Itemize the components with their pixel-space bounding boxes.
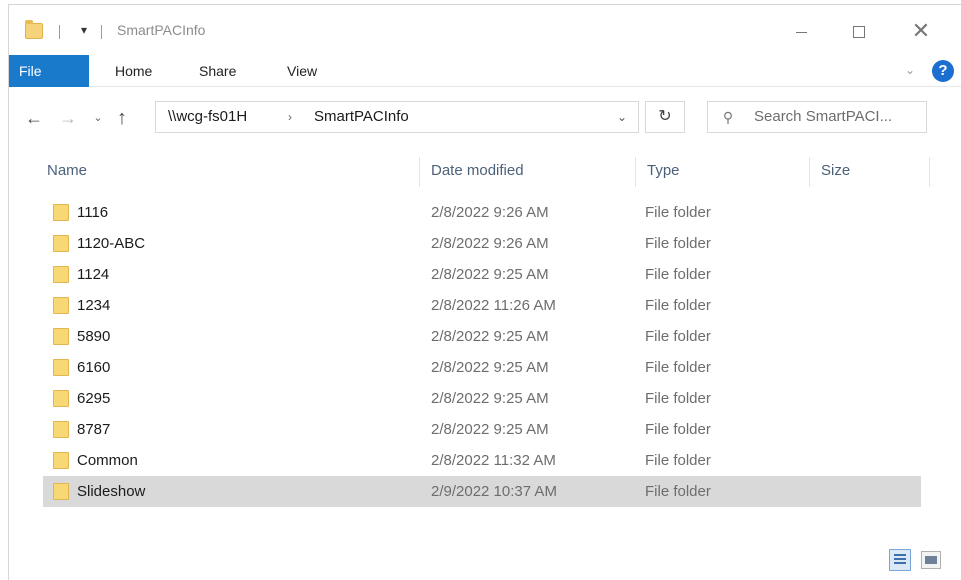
folder-icon <box>53 359 69 376</box>
list-item[interactable]: 5890 2/8/2022 9:25 AM File folder <box>43 321 921 352</box>
address-bar[interactable]: \\wcg-fs01H › SmartPACInfo ⌄ <box>155 101 639 133</box>
recent-locations-chevron-icon[interactable]: ⌄ <box>91 107 105 129</box>
file-type: File folder <box>645 328 711 345</box>
tab-share[interactable]: Share <box>199 55 236 87</box>
list-item[interactable]: 6295 2/8/2022 9:25 AM File folder <box>43 383 921 414</box>
file-explorer-window: ▾ SmartPACInfo ✕ File Home Share View ⌄ … <box>8 4 961 580</box>
column-divider[interactable] <box>809 157 810 187</box>
column-header-date-modified[interactable]: Date modified <box>431 155 524 187</box>
list-item[interactable]: 8787 2/8/2022 9:25 AM File folder <box>43 414 921 445</box>
tab-view[interactable]: View <box>287 55 317 87</box>
up-arrow-icon[interactable]: ↑ <box>111 107 133 129</box>
separator <box>101 25 102 39</box>
forward-arrow-icon[interactable]: → <box>57 107 79 129</box>
file-name: 1116 <box>77 204 109 221</box>
folder-icon <box>53 297 69 314</box>
column-divider[interactable] <box>929 157 930 187</box>
file-type: File folder <box>645 483 711 500</box>
list-item[interactable]: 1120-ABC 2/8/2022 9:26 AM File folder <box>43 228 921 259</box>
file-name: 1124 <box>77 266 110 283</box>
file-type: File folder <box>645 452 711 469</box>
folder-icon <box>53 204 69 221</box>
file-date: 2/9/2022 10:37 AM <box>431 483 557 500</box>
separator <box>59 25 60 39</box>
breadcrumb-folder[interactable]: SmartPACInfo <box>314 102 409 132</box>
file-name: 1120-ABC <box>77 235 146 252</box>
list-item[interactable]: 1124 2/8/2022 9:25 AM File folder <box>43 259 921 290</box>
file-name: 8787 <box>77 421 111 438</box>
breadcrumb-separator-icon[interactable]: › <box>288 102 292 132</box>
folder-icon <box>53 235 69 252</box>
breadcrumb-server[interactable]: \\wcg-fs01H <box>168 102 247 132</box>
file-date: 2/8/2022 9:25 AM <box>431 359 549 376</box>
back-arrow-icon[interactable]: ← <box>23 107 45 129</box>
list-item[interactable]: 1234 2/8/2022 11:26 AM File folder <box>43 290 921 321</box>
file-date: 2/8/2022 9:25 AM <box>431 328 549 345</box>
list-item[interactable]: 1116 2/8/2022 9:26 AM File folder <box>43 197 921 228</box>
search-input[interactable]: Search SmartPACI... <box>754 102 892 132</box>
minimize-icon <box>795 31 807 33</box>
file-date: 2/8/2022 9:25 AM <box>431 390 549 407</box>
column-header-name[interactable]: Name <box>47 155 87 187</box>
column-header-size[interactable]: Size <box>821 155 850 187</box>
list-item[interactable]: Common 2/8/2022 11:32 AM File folder <box>43 445 921 476</box>
list-item[interactable]: 6160 2/8/2022 9:25 AM File folder <box>43 352 921 383</box>
file-date: 2/8/2022 9:26 AM <box>431 235 549 252</box>
file-date: 2/8/2022 9:26 AM <box>431 204 549 221</box>
refresh-icon: ↻ <box>658 108 672 125</box>
column-divider[interactable] <box>419 157 420 187</box>
file-name: 1234 <box>77 297 111 314</box>
file-type: File folder <box>645 390 711 407</box>
tab-home[interactable]: Home <box>115 55 152 87</box>
list-item-selected[interactable]: Slideshow 2/9/2022 10:37 AM File folder <box>43 476 921 507</box>
minimize-button[interactable] <box>779 17 823 45</box>
file-type: File folder <box>645 266 711 283</box>
file-name: 6295 <box>77 390 111 407</box>
file-name: Slideshow <box>77 483 146 500</box>
search-icon: ⚲ <box>722 109 734 125</box>
details-view-icon[interactable] <box>889 549 911 571</box>
title-bar: ▾ SmartPACInfo ✕ <box>9 5 961 55</box>
file-type: File folder <box>645 421 711 438</box>
search-box[interactable]: ⚲ Search SmartPACI... <box>707 101 927 133</box>
refresh-button[interactable]: ↻ <box>645 101 685 133</box>
folder-icon <box>25 20 43 39</box>
column-header-type[interactable]: Type <box>647 155 680 187</box>
file-type: File folder <box>645 204 711 221</box>
folder-icon <box>53 452 69 469</box>
folder-icon <box>53 266 69 283</box>
close-icon: ✕ <box>911 18 931 43</box>
folder-icon <box>53 390 69 407</box>
file-type: File folder <box>645 297 711 314</box>
address-dropdown-icon[interactable]: ⌄ <box>612 102 632 132</box>
folder-icon <box>53 421 69 438</box>
column-divider[interactable] <box>635 157 636 187</box>
tab-file[interactable]: File <box>9 55 89 87</box>
file-type: File folder <box>645 235 711 252</box>
file-name: 5890 <box>77 328 111 345</box>
column-headers: Name Date modified Type Size <box>9 155 961 187</box>
file-date: 2/8/2022 9:25 AM <box>431 266 549 283</box>
ribbon-tabs: File Home Share View ⌄ ? <box>9 55 961 87</box>
quick-access-dropdown-icon[interactable]: ▾ <box>77 21 91 39</box>
file-name: Common <box>77 452 138 469</box>
navigation-bar: ← → ⌄ ↑ \\wcg-fs01H › SmartPACInfo ⌄ ↻ ⚲… <box>9 95 961 141</box>
folder-icon <box>53 483 69 500</box>
file-date: 2/8/2022 9:25 AM <box>431 421 549 438</box>
file-type: File folder <box>645 359 711 376</box>
large-icons-view-icon[interactable] <box>921 551 941 569</box>
maximize-button[interactable] <box>837 17 881 45</box>
file-date: 2/8/2022 11:26 AM <box>431 297 556 314</box>
expand-ribbon-icon[interactable]: ⌄ <box>903 63 917 77</box>
window-title: SmartPACInfo <box>117 22 206 38</box>
maximize-icon <box>853 26 865 39</box>
file-date: 2/8/2022 11:32 AM <box>431 452 556 469</box>
help-icon[interactable]: ? <box>932 60 954 82</box>
close-button[interactable]: ✕ <box>899 17 943 45</box>
file-name: 6160 <box>77 359 111 376</box>
folder-icon <box>53 328 69 345</box>
